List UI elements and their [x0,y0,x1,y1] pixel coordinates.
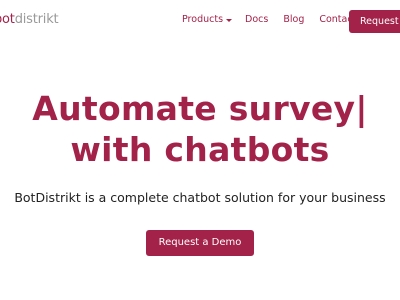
nav-blog-link[interactable]: Blog [283,13,304,27]
hero-title-line-1: Automate survey| [32,89,368,128]
logo-prefix: bot [0,12,15,27]
request-demo-hero-button[interactable]: Request a Demo [146,230,254,256]
brand-logo[interactable]: botdistrikt [0,12,59,28]
nav-products-label: Products [182,14,224,25]
navbar: botdistrikt Products Docs Blog Contact R… [0,0,400,42]
caret-down-icon [226,19,233,22]
landing-page: botdistrikt Products Docs Blog Contact R… [0,0,400,300]
request-demo-nav-button[interactable]: Request a Demo [349,10,400,33]
nav-links: Products Docs Blog Contact [182,13,356,27]
hero-subtitle: BotDistrikt is a complete chatbot soluti… [14,190,386,205]
hero-title: Automate survey| with chatbots [0,88,400,170]
hero-title-line-2: with chatbots [70,130,330,169]
nav-products-dropdown[interactable]: Products [182,13,233,27]
logo-suffix: distrikt [14,12,59,27]
nav-docs-link[interactable]: Docs [245,13,268,27]
